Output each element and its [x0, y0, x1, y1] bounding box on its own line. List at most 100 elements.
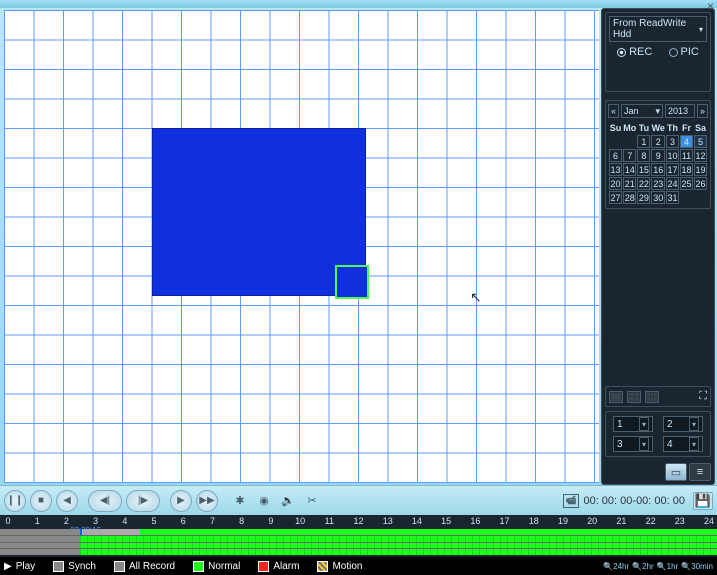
- calendar-year-select[interactable]: 2013: [665, 104, 695, 118]
- volume-icon[interactable]: 🔈: [278, 491, 298, 511]
- prev-button[interactable]: ◀: [56, 490, 78, 512]
- calendar-day-2[interactable]: 2: [651, 135, 665, 148]
- zoom-24hr[interactable]: 🔍24hr: [603, 562, 629, 571]
- source-dropdown-value: From ReadWrite Hdd: [613, 18, 699, 40]
- fullscreen-icon[interactable]: ⛶: [699, 390, 707, 403]
- calendar-day-24[interactable]: 24: [666, 177, 679, 190]
- calendar-day-17[interactable]: 17: [666, 163, 679, 176]
- side-panel: From ReadWrite Hdd ▾ REC PIC « Jan▾ 2013…: [601, 8, 715, 485]
- calendar-day-7[interactable]: 7: [623, 149, 636, 162]
- zoom-2hr[interactable]: 🔍2hr: [632, 562, 654, 571]
- timeline-row-3[interactable]: [0, 543, 717, 550]
- calendar-day-31[interactable]: 31: [666, 191, 679, 204]
- smart-search-icon[interactable]: ✱: [230, 491, 250, 511]
- ruler-hour-14: 14: [412, 516, 422, 526]
- save-button[interactable]: 💾: [693, 492, 713, 510]
- zoom-30min[interactable]: 🔍30min: [681, 562, 713, 571]
- ruler-hour-5: 5: [152, 516, 157, 526]
- zoom-1hr[interactable]: 🔍1hr: [657, 562, 679, 571]
- selected-cell[interactable]: [337, 267, 367, 297]
- calendar-day-5[interactable]: 5: [694, 135, 707, 148]
- snapshot-icon[interactable]: ◉: [254, 491, 274, 511]
- pic-radio[interactable]: PIC: [669, 46, 699, 58]
- calendar-day-11[interactable]: 11: [680, 149, 693, 162]
- calendar-day-14[interactable]: 14: [623, 163, 636, 176]
- timeline-fill: [80, 549, 717, 555]
- calendar-day-21[interactable]: 21: [623, 177, 636, 190]
- rec-radio[interactable]: REC: [617, 46, 652, 58]
- calendar-day-16[interactable]: 16: [651, 163, 665, 176]
- timeline-ruler[interactable]: 02:38:15 0123456789101112131415161718192…: [0, 515, 717, 529]
- play-button-legend[interactable]: ▶ Play: [4, 561, 35, 572]
- pause-button[interactable]: ❙❙: [4, 490, 26, 512]
- fast-forward-button[interactable]: ▶▶: [196, 490, 218, 512]
- calendar-day-13[interactable]: 13: [609, 163, 622, 176]
- calendar-day-6[interactable]: 6: [609, 149, 622, 162]
- calendar-day-3[interactable]: 3: [666, 135, 679, 148]
- card-view-button[interactable]: ▭: [665, 463, 687, 481]
- calendar-day-15[interactable]: 15: [637, 163, 650, 176]
- layout-4-icon[interactable]: [627, 391, 641, 403]
- calendar-day-8[interactable]: 8: [637, 149, 650, 162]
- video-grid[interactable]: ↖: [4, 10, 599, 483]
- calendar-day-19[interactable]: 19: [694, 163, 707, 176]
- ruler-hour-2: 2: [64, 516, 69, 526]
- timeline-row-4[interactable]: [0, 549, 717, 555]
- calendar-day-4[interactable]: 4: [680, 135, 693, 148]
- timeline-rows[interactable]: [0, 529, 717, 555]
- chevron-down-icon: ▾: [689, 417, 699, 431]
- calendar-day-22[interactable]: 22: [637, 177, 650, 190]
- play-button[interactable]: ▶: [170, 490, 192, 512]
- timeline-row-2[interactable]: [0, 536, 717, 543]
- close-button[interactable]: ×: [707, 0, 714, 13]
- step-back-button[interactable]: ◀|: [88, 490, 122, 512]
- clip-icon[interactable]: ✂: [302, 491, 322, 511]
- ruler-hour-16: 16: [470, 516, 480, 526]
- calendar-day-header: Fr: [680, 121, 693, 134]
- calendar-day-header: Tu: [637, 121, 650, 134]
- timeline-fill: [80, 529, 717, 535]
- calendar-day-9[interactable]: 9: [651, 149, 665, 162]
- layout-6-icon[interactable]: [645, 391, 659, 403]
- calendar-day-30[interactable]: 30: [651, 191, 665, 204]
- calendar-day-29[interactable]: 29: [637, 191, 650, 204]
- channel-1-select[interactable]: 1▾: [613, 416, 653, 432]
- list-view-button[interactable]: ≡: [689, 463, 711, 481]
- calendar-day-1[interactable]: 1: [637, 135, 650, 148]
- calendar-day-12[interactable]: 12: [694, 149, 707, 162]
- time-end: 00: 00: 00: [636, 495, 685, 507]
- calendar-next-button[interactable]: »: [697, 104, 708, 118]
- calendar-day-10[interactable]: 10: [666, 149, 679, 162]
- calendar-day-25[interactable]: 25: [680, 177, 693, 190]
- time-start: 00: 00: 00: [583, 495, 632, 507]
- legend-all-record: All Record: [114, 561, 175, 572]
- layout-1-icon[interactable]: [609, 391, 623, 403]
- radio-on-icon: [617, 48, 626, 57]
- calendar-grid: SuMoTuWeThFrSa 1234567891011121314151617…: [608, 120, 708, 205]
- step-forward-button[interactable]: |▶: [126, 490, 160, 512]
- channel-3-select[interactable]: 3▾: [613, 436, 653, 452]
- calendar-day-28[interactable]: 28: [623, 191, 636, 204]
- calendar-prev-button[interactable]: «: [608, 104, 619, 118]
- cursor-icon: ↖: [470, 289, 482, 306]
- calendar-day-27[interactable]: 27: [609, 191, 622, 204]
- timeline-row-1[interactable]: [0, 529, 717, 536]
- legend-normal: Normal: [193, 561, 240, 572]
- source-dropdown[interactable]: From ReadWrite Hdd ▾: [609, 16, 707, 42]
- calendar-day-26[interactable]: 26: [694, 177, 707, 190]
- calendar-month-select[interactable]: Jan▾: [621, 104, 663, 118]
- channel-2-select[interactable]: 2▾: [663, 416, 703, 432]
- ruler-hour-23: 23: [675, 516, 685, 526]
- ruler-hour-8: 8: [239, 516, 244, 526]
- calendar-day-18[interactable]: 18: [680, 163, 693, 176]
- video-channel-1[interactable]: [152, 128, 366, 296]
- calendar-day-header: We: [651, 121, 665, 134]
- calendar-day-20[interactable]: 20: [609, 177, 622, 190]
- playhead-marker[interactable]: [80, 529, 82, 535]
- calendar-day-23[interactable]: 23: [651, 177, 665, 190]
- ruler-hour-10: 10: [295, 516, 305, 526]
- channel-4-select[interactable]: 4▾: [663, 436, 703, 452]
- stop-button[interactable]: ■: [30, 490, 52, 512]
- calendar-panel: « Jan▾ 2013 » SuMoTuWeThFrSa 12345678910…: [605, 100, 711, 209]
- ruler-hour-19: 19: [558, 516, 568, 526]
